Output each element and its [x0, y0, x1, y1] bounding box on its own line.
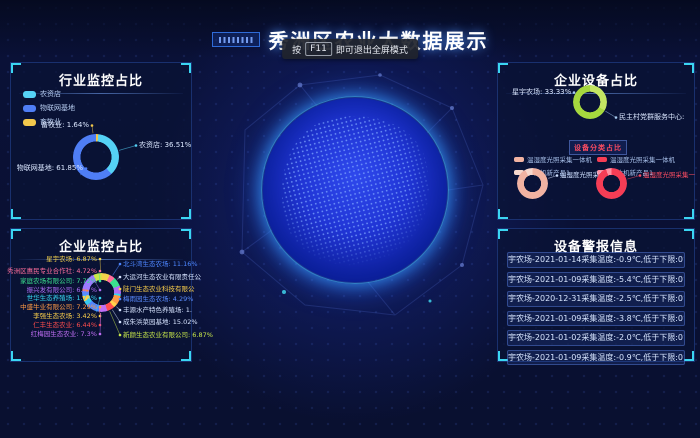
slice-label: 物联网基地: 61.85%	[17, 164, 83, 173]
slice-label: 李强生态农场: 3.42%	[33, 312, 97, 320]
slice-label: 振兴发有限公司: 6.87%	[27, 286, 97, 294]
legend-item[interactable]: 物联网基地	[23, 103, 75, 113]
slice-label: 丰源水产特色养殖场: 1.	[123, 306, 192, 314]
slice-label: 家庭农场有限公司: 7.72%	[20, 277, 97, 285]
slice-label: 民主村党群服务中心:	[619, 113, 684, 122]
label-text: 星宇农场: 33.33%	[512, 88, 571, 96]
label-text: 畜牧业: 1.64%	[41, 121, 89, 129]
slice-label: 陡门生态农业科技有限公	[123, 285, 195, 293]
alarm-list: 星宇农场-2021-01-14采集温度:-0.9℃,低于下限:0℃ 星宇农场-2…	[507, 252, 685, 369]
legend-label: 物联网基地	[40, 103, 75, 113]
alarm-row: 星宇农场-2021-01-09采集温度:-3.8℃,低于下限:0℃	[507, 311, 685, 327]
slice-label: 星宇农场: 6.87%	[46, 255, 97, 263]
slice-label: 温湿度光照采集一	[643, 171, 695, 180]
globe-visualization	[263, 98, 447, 282]
label-text: 物联网基地: 61.85%	[17, 164, 83, 172]
category-right-donut-chart[interactable]	[596, 168, 627, 199]
category-left-donut-chart[interactable]	[517, 168, 548, 199]
alarm-row: 星宇农场-2021-01-14采集温度:-0.9℃,低于下限:0℃	[507, 252, 685, 268]
slice-label: 仁丰生态农业: 6.44%	[33, 321, 97, 329]
panel-enterprise-monitor: 企业监控占比 星宇农场: 6.87% 秀洲区惠民专业合作社: 4.72% 家庭农…	[10, 228, 192, 362]
device-donut-chart[interactable]	[573, 85, 607, 119]
legend-swatch	[23, 119, 36, 126]
legend-swatch	[23, 105, 36, 112]
category-chart-left: 温湿度光照采集一	[498, 158, 596, 203]
slice-label: 农资店: 36.51%	[139, 141, 191, 150]
slice-label: 畜牧业: 1.64%	[41, 121, 89, 130]
category-chart-right: 温湿度光照采集一	[596, 158, 694, 203]
label-text: 民主村党群服务中心:	[619, 113, 684, 121]
industry-donut-chart[interactable]	[73, 134, 119, 180]
slice-label: 星宇农场: 33.33%	[512, 88, 571, 97]
panel-device-alarms: 设备警报信息 星宇农场-2021-01-14采集温度:-0.9℃,低于下限:0℃…	[497, 228, 695, 362]
dashboard: 秀洲区农业大数据展示 按 F11 即可退出全屏模式 行业监控占比 农资店 物联网…	[0, 0, 700, 438]
brand-logo-icon	[212, 32, 260, 47]
enterprise-chart-area: 星宇农场: 6.87% 秀洲区惠民专业合作社: 4.72% 家庭农场有限公司: …	[11, 249, 191, 361]
alarm-row: 星宇农场-2020-12-31采集温度:-2.5℃,低于下限:0℃	[507, 291, 685, 307]
tip-suffix: 即可退出全屏模式	[336, 43, 408, 56]
slice-label: 中盛牛业有限公司: 7.29%	[20, 303, 97, 311]
slice-label: 梅雨园生态农场: 4.29%	[123, 295, 193, 303]
slice-label: 北斗湾生态农场: 11.16%	[123, 260, 198, 268]
slice-label: 世华生态养殖场: 1.72%	[27, 294, 97, 302]
legend-item[interactable]: 农资店	[23, 89, 75, 99]
slice-label: 秀洲区惠民专业合作社: 4.72%	[7, 267, 97, 275]
label-text: 农资店: 36.51%	[139, 141, 191, 149]
slice-label: 大运河生态农业有限责任公	[123, 273, 201, 281]
alarm-row: 星宇农场-2021-01-02采集温度:-2.0℃,低于下限:0℃	[507, 330, 685, 346]
f11-key: F11	[305, 42, 332, 56]
panel-enterprise-device: 企业设备占比 星宇农场: 33.33% 民主村党群服务中心: 设备分类占比 温湿…	[497, 62, 695, 220]
industry-chart-area: 农资店 物联网基地 畜牧业 畜牧业: 1.64% 农资店: 36.51% 物联网…	[11, 63, 191, 219]
panel-industry-monitor: 行业监控占比 农资店 物联网基地 畜牧业 畜牧业: 1.64% 农资店: 36.…	[10, 62, 192, 220]
alarm-row: 星宇农场-2021-01-09采集温度:-0.9℃,低于下限:0℃	[507, 350, 685, 366]
slice-label: 成朱浜菜园基地: 15.02%	[123, 318, 198, 326]
legend-label: 农资店	[40, 89, 61, 99]
fullscreen-tip: 按 F11 即可退出全屏模式	[282, 39, 418, 59]
slice-label: 红梅园生态农业: 7.3%	[31, 330, 97, 338]
tip-prefix: 按	[292, 43, 301, 56]
alarm-row: 星宇农场-2021-01-09采集温度:-5.4℃,低于下限:0℃	[507, 272, 685, 288]
device-category-title: 设备分类占比	[569, 140, 627, 155]
legend-swatch	[23, 91, 36, 98]
slice-label: 新颜生态农业有限公司: 6.87%	[123, 331, 213, 339]
